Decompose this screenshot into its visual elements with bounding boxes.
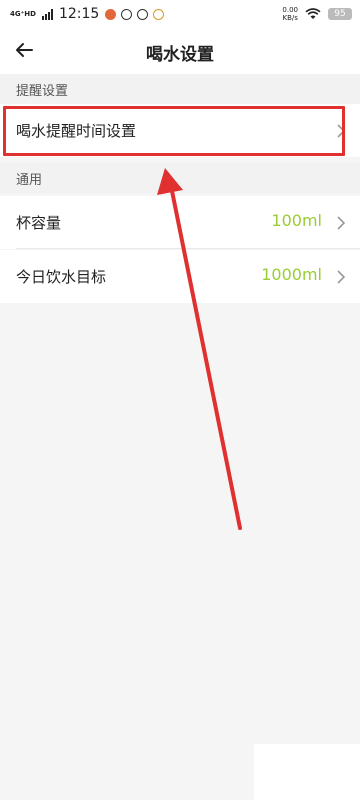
chevron-right-icon bbox=[337, 270, 346, 284]
status-time: 12:15 bbox=[58, 6, 100, 22]
highlight-box bbox=[3, 106, 345, 156]
network-type: 4G⁺HD bbox=[10, 10, 36, 18]
network-speed-value: 0.00 bbox=[282, 6, 298, 14]
section-header-general: 通用 bbox=[0, 163, 360, 193]
nav-bar: 喝水设置 bbox=[0, 30, 360, 74]
app-notification-icon bbox=[153, 8, 165, 20]
row-value: 100ml bbox=[271, 211, 322, 230]
row-daily-goal[interactable]: 今日饮水目标 1000ml bbox=[0, 250, 360, 303]
app-notification-icon bbox=[121, 8, 133, 20]
status-bar: 4G⁺HD 12:15 0.00 KB/s 95 bbox=[0, 0, 360, 30]
corner-patch bbox=[254, 744, 360, 800]
app-notification-icon bbox=[137, 8, 149, 20]
signal-icon bbox=[41, 8, 53, 20]
network-speed: 0.00 KB/s bbox=[282, 6, 298, 22]
chevron-right-icon bbox=[337, 216, 346, 230]
row-label: 今日饮水目标 bbox=[16, 268, 107, 286]
section-header-reminder: 提醒设置 bbox=[0, 74, 360, 104]
row-cup-capacity[interactable]: 杯容量 100ml bbox=[0, 196, 360, 249]
wifi-icon bbox=[305, 8, 321, 19]
network-speed-unit: KB/s bbox=[282, 14, 298, 22]
section-header-label: 通用 bbox=[16, 173, 43, 188]
battery-level: 95 bbox=[334, 9, 346, 19]
row-divider bbox=[16, 248, 360, 249]
row-label: 杯容量 bbox=[16, 214, 62, 232]
page-title: 喝水设置 bbox=[146, 45, 214, 65]
app-notification-icon bbox=[105, 8, 117, 20]
notification-icons bbox=[105, 8, 165, 20]
section-header-label: 提醒设置 bbox=[16, 84, 69, 99]
status-right: 0.00 KB/s 95 bbox=[282, 6, 352, 22]
battery-icon: 95 bbox=[328, 8, 352, 20]
row-value: 1000ml bbox=[261, 265, 322, 284]
status-left: 4G⁺HD 12:15 bbox=[10, 6, 165, 22]
